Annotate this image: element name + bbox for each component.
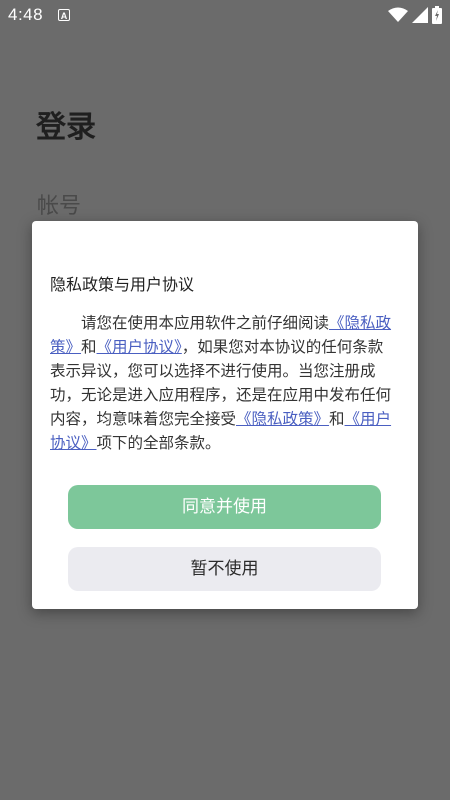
user-agreement-link[interactable]: 《用户协议》 [97, 338, 182, 356]
body-text: 和 [329, 410, 345, 428]
agree-button[interactable]: 同意并使用 [68, 485, 381, 529]
signal-icon [412, 7, 428, 23]
status-bar: 4:48 A [0, 0, 450, 32]
body-text: 项下的全部条款。 [96, 434, 221, 452]
wifi-icon [388, 7, 408, 22]
status-icons [388, 6, 442, 24]
decline-button[interactable]: 暂不使用 [68, 547, 381, 591]
dialog-body: 请您在使用本应用软件之前仔细阅读《隐私政策》和《用户协议》，如果您对本协议的任何… [50, 311, 392, 455]
notification-a-icon: A [58, 9, 70, 21]
body-text: 和 [81, 338, 97, 356]
body-text: 请您在使用本应用软件之前仔细阅读 [81, 314, 330, 332]
privacy-dialog: 隐私政策与用户协议 请您在使用本应用软件之前仔细阅读《隐私政策》和《用户协议》，… [32, 221, 418, 609]
status-time: 4:48 [8, 5, 44, 24]
privacy-policy-link[interactable]: 《隐私政策》 [236, 410, 329, 428]
battery-icon [432, 6, 442, 24]
page-title: 登录 [36, 110, 96, 145]
account-label: 帐号 [37, 194, 82, 219]
dialog-title: 隐私政策与用户协议 [50, 275, 195, 294]
